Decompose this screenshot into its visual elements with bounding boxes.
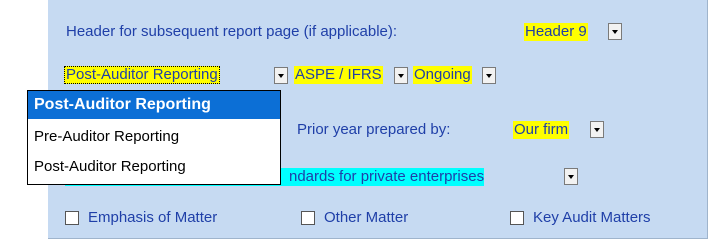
standards-dropdown-arrow[interactable]: [564, 168, 578, 185]
framework-select-value[interactable]: ASPE / IFRS: [294, 66, 383, 84]
key-audit-matters-label: Key Audit Matters: [533, 209, 651, 226]
reporting-select-value[interactable]: Post-Auditor Reporting: [64, 66, 220, 84]
status-select-value[interactable]: Ongoing: [413, 66, 472, 84]
header-dropdown-arrow[interactable]: [608, 23, 622, 40]
framework-dropdown-arrow[interactable]: [394, 67, 408, 84]
prior-year-select-value[interactable]: Our firm: [513, 121, 570, 139]
status-dropdown-arrow[interactable]: [482, 67, 496, 84]
emphasis-of-matter-checkbox[interactable]: [65, 211, 79, 225]
header-select-value[interactable]: Header 9: [524, 23, 588, 41]
reporting-dropdown-arrow[interactable]: [274, 67, 288, 84]
standards-select-value[interactable]: ndards for private enterprises: [289, 168, 485, 186]
dropdown-option[interactable]: Pre-Auditor Reporting: [28, 123, 280, 151]
reporting-dropdown-list: Post-Auditor Reporting Pre-Auditor Repor…: [27, 90, 281, 185]
header-label: Header for subsequent report page (if ap…: [66, 23, 398, 40]
dropdown-option-selected[interactable]: Post-Auditor Reporting: [28, 91, 280, 119]
dropdown-option[interactable]: Post-Auditor Reporting: [28, 153, 280, 181]
key-audit-matters-checkbox[interactable]: [510, 211, 524, 225]
emphasis-of-matter-label: Emphasis of Matter: [88, 209, 218, 226]
other-matter-label: Other Matter: [324, 209, 409, 226]
prior-year-dropdown-arrow[interactable]: [590, 121, 604, 138]
other-matter-checkbox[interactable]: [301, 211, 315, 225]
prior-year-label: Prior year prepared by:: [297, 121, 451, 138]
